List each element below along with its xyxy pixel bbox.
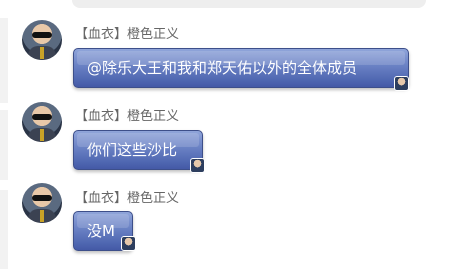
avatar-tie — [40, 47, 44, 59]
chat-message-2: 【血衣】橙色正义 你们这些沙比 — [0, 100, 465, 182]
bubble-avatar-icon — [190, 158, 205, 173]
message-text: 没M — [87, 222, 115, 240]
avatar-icon[interactable] — [22, 183, 62, 223]
bubble-avatar-icon — [121, 236, 136, 251]
chat-message-3: 【血衣】橙色正义 没M — [0, 182, 465, 269]
chat-message-1: 【血衣】橙色正义 @除乐大王和我和郑天佑以外的全体成员 — [0, 0, 465, 100]
message-text: 你们这些沙比 — [87, 141, 178, 159]
avatar-glasses — [32, 195, 52, 201]
sender-name[interactable]: 【血衣】橙色正义 — [75, 105, 179, 124]
avatar-glasses — [32, 32, 52, 38]
message-text: @除乐大王和我和郑天佑以外的全体成员 — [87, 59, 358, 77]
avatar-glasses — [32, 114, 52, 120]
avatar-icon[interactable] — [22, 102, 62, 142]
bubble-avatar-icon — [394, 76, 409, 91]
sender-name[interactable]: 【血衣】橙色正义 — [75, 23, 179, 42]
avatar-icon[interactable] — [22, 20, 62, 60]
avatar-tie — [40, 210, 44, 222]
sender-name[interactable]: 【血衣】橙色正义 — [75, 187, 179, 206]
message-bubble[interactable]: 你们这些沙比 — [73, 130, 203, 170]
message-bubble[interactable]: @除乐大王和我和郑天佑以外的全体成员 — [73, 48, 409, 88]
avatar-tie — [40, 129, 44, 141]
